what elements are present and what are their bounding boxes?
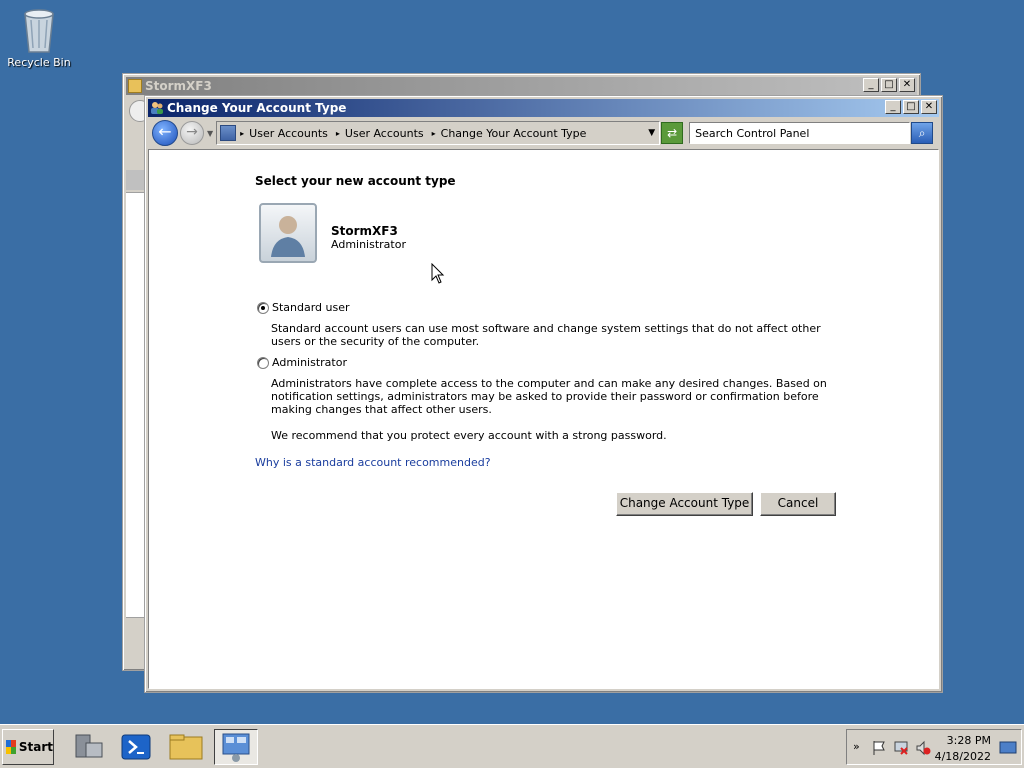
refresh-button[interactable]: ⇄ [661, 122, 684, 144]
folder-icon [128, 79, 142, 93]
server-manager-icon [75, 734, 103, 758]
background-window-panel [126, 192, 146, 618]
search-icon: ⌕ [918, 126, 926, 140]
content-area: Select your new account type StormXF3 Ad… [148, 149, 939, 689]
powershell-taskbar-button[interactable] [114, 729, 158, 765]
address-dropdown-icon[interactable]: ▼ [648, 128, 655, 138]
account-type: Administrator [331, 238, 406, 251]
control-panel-taskbar-button[interactable] [214, 729, 258, 765]
change-account-type-window[interactable]: Change Your Account Type _ □ ✕ ← → ▼ ▸ U… [144, 95, 943, 693]
page-heading: Select your new account type [255, 174, 456, 188]
breadcrumb-label[interactable]: User Accounts [249, 127, 328, 140]
back-arrow-icon: ← [158, 122, 172, 141]
close-button[interactable]: ✕ [921, 100, 937, 114]
maximize-button[interactable]: □ [881, 78, 897, 92]
radio-selected-dot [261, 306, 265, 310]
standard-user-description: Standard account users can use most soft… [271, 322, 821, 348]
user-accounts-icon [151, 102, 163, 114]
standard-user-label[interactable]: Standard user [272, 301, 350, 314]
clock-date[interactable]: 4/18/2022 [935, 750, 991, 763]
background-window-titlebar[interactable]: StormXF3 _ □ ✕ [126, 77, 917, 95]
administrator-radio[interactable] [257, 357, 269, 369]
breadcrumb-item[interactable]: ▸ Change Your Account Type [432, 127, 587, 140]
minimize-button[interactable]: _ [885, 100, 901, 114]
background-window-sidebar [126, 170, 146, 190]
search-input[interactable]: Search Control Panel [689, 122, 911, 144]
server-manager-taskbar-button[interactable] [66, 729, 110, 765]
recycle-bin-icon [24, 9, 54, 53]
maximize-button[interactable]: □ [903, 100, 919, 114]
window-titlebar[interactable]: Change Your Account Type _ □ ✕ [148, 99, 939, 117]
forward-arrow-icon: → [186, 124, 198, 140]
recycle-bin-desktop-icon[interactable]: Recycle Bin [6, 6, 72, 69]
folder-explorer-icon [169, 734, 203, 760]
breadcrumb-item[interactable]: ▸ User Accounts [240, 127, 328, 140]
show-hidden-icons-button[interactable]: » [853, 740, 860, 753]
close-button[interactable]: ✕ [899, 78, 915, 92]
window-title: Change Your Account Type [167, 101, 347, 115]
breadcrumb-label[interactable]: Change Your Account Type [441, 127, 587, 140]
breadcrumb[interactable]: ▸ User Accounts ▸ User Accounts ▸ Change… [216, 121, 661, 145]
minimize-button[interactable]: _ [863, 78, 879, 92]
address-bar: ← → ▼ ▸ User Accounts ▸ User Accounts ▸ … [148, 118, 939, 148]
standard-user-radio[interactable] [257, 302, 269, 314]
breadcrumb-arrow-icon[interactable]: ▸ [240, 129, 244, 138]
forward-button[interactable]: → [180, 121, 204, 145]
breadcrumb-item[interactable]: ▸ User Accounts [336, 127, 424, 140]
cancel-button[interactable]: Cancel [760, 492, 836, 516]
start-button[interactable]: Start [2, 729, 54, 765]
clock-time[interactable]: 3:28 PM [947, 734, 991, 747]
mouse-cursor-icon [431, 263, 445, 284]
recent-pages-dropdown[interactable]: ▼ [207, 129, 213, 138]
breadcrumb-arrow-icon[interactable]: ▸ [336, 129, 340, 138]
search-button[interactable]: ⌕ [911, 122, 934, 144]
administrator-label[interactable]: Administrator [272, 356, 347, 369]
breadcrumb-arrow-icon[interactable]: ▸ [432, 129, 436, 138]
control-panel-icon [220, 125, 237, 141]
windows-logo-icon [6, 740, 16, 754]
start-label: Start [18, 740, 53, 754]
user-silhouette-icon [271, 216, 305, 257]
taskbar: Start » 3:28 PM 4/18/2022 [0, 724, 1024, 768]
refresh-icon: ⇄ [667, 126, 678, 140]
powershell-icon [121, 734, 151, 760]
show-desktop-icon[interactable] [999, 740, 1017, 756]
password-recommendation: We recommend that you protect every acco… [271, 429, 667, 442]
change-account-type-button[interactable]: Change Account Type [616, 492, 753, 516]
back-button[interactable]: ← [152, 120, 178, 146]
avatar [259, 203, 317, 263]
administrator-description: Administrators have complete access to t… [271, 377, 827, 416]
explorer-taskbar-button[interactable] [164, 729, 208, 765]
action-center-flag-icon[interactable] [871, 740, 887, 756]
network-disconnected-icon[interactable] [893, 740, 909, 756]
breadcrumb-label[interactable]: User Accounts [345, 127, 424, 140]
recycle-bin-label: Recycle Bin [7, 56, 71, 69]
account-name: StormXF3 [331, 224, 398, 238]
volume-muted-icon[interactable] [915, 740, 931, 756]
background-window-title: StormXF3 [145, 79, 212, 93]
control-panel-icon [222, 733, 250, 762]
help-link[interactable]: Why is a standard account recommended? [255, 456, 491, 469]
system-tray: » 3:28 PM 4/18/2022 [846, 729, 1022, 765]
